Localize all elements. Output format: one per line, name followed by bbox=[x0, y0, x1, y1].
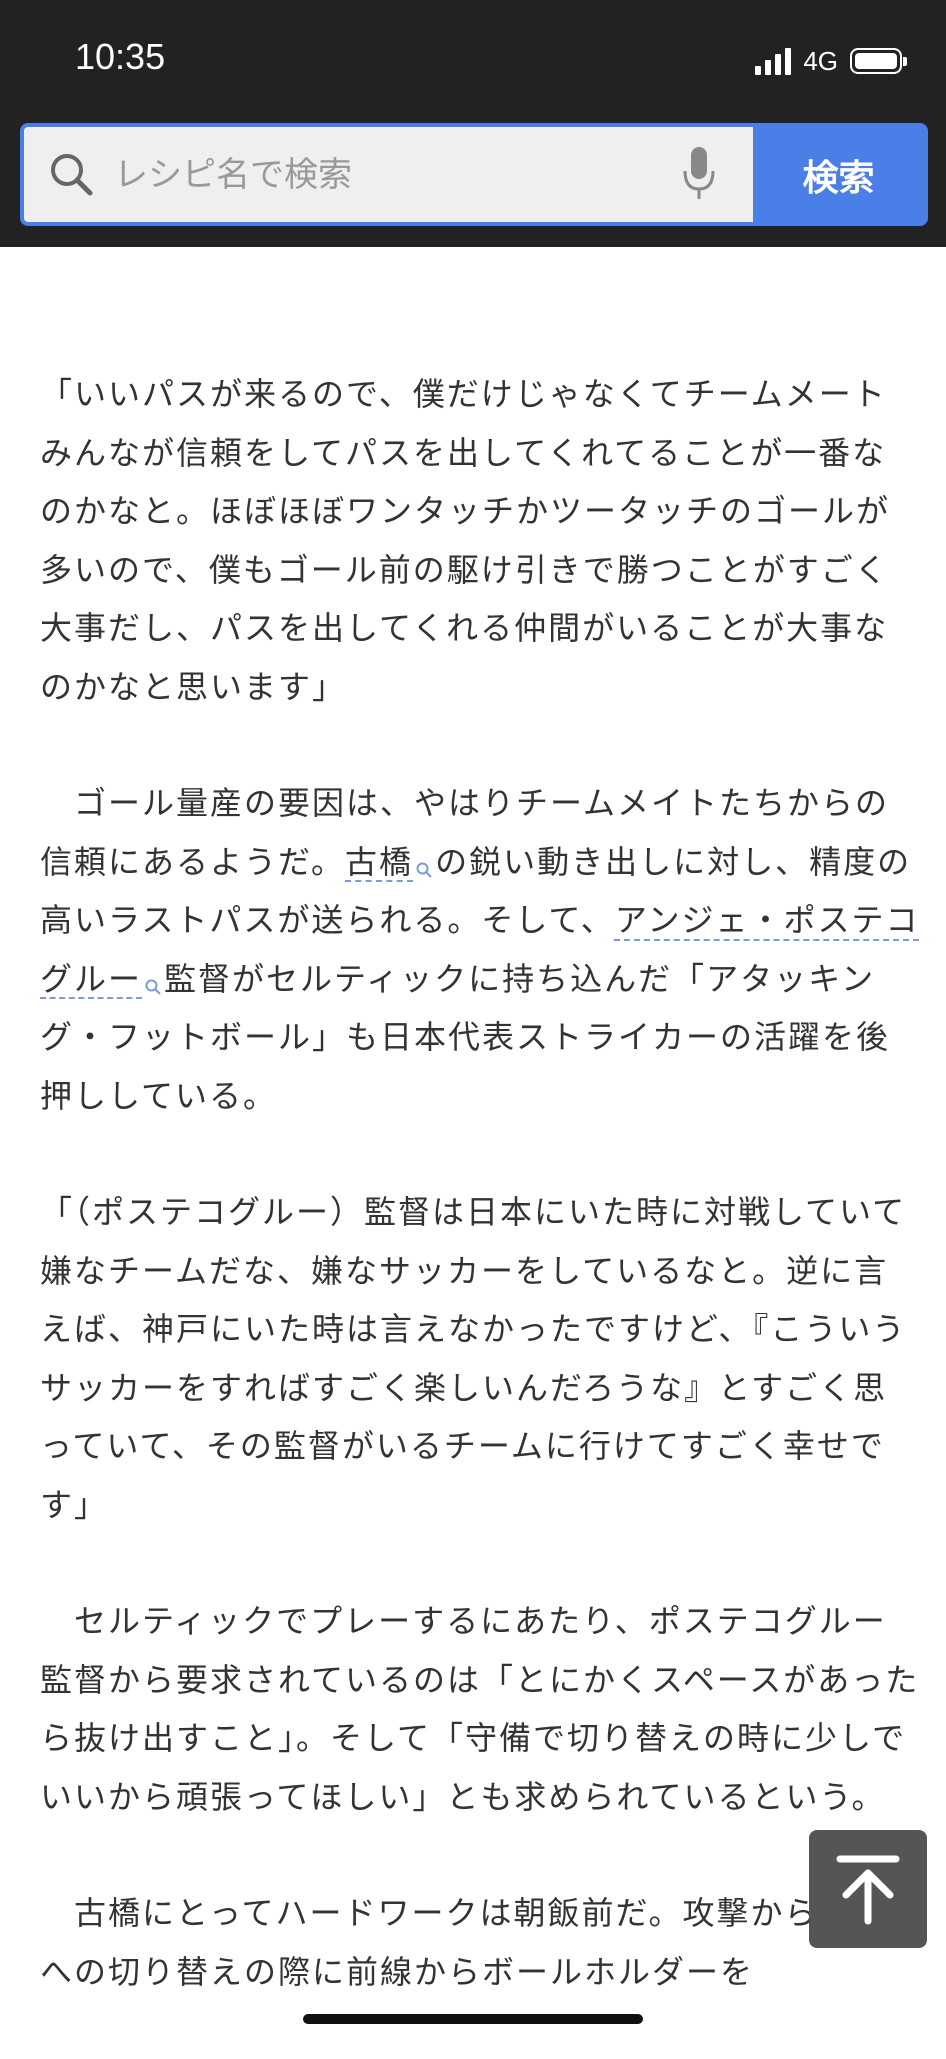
home-indicator[interactable] bbox=[303, 2014, 643, 2024]
article-paragraph: 古橋にとってハードワークは朝飯前だ。攻撃から守備への切り替えの際に前線からボール… bbox=[40, 1894, 887, 1991]
magnifier-link-icon[interactable] bbox=[144, 978, 162, 996]
network-type: 4G bbox=[803, 45, 838, 76]
microphone-icon[interactable] bbox=[681, 145, 717, 203]
search-bar: 検索 bbox=[20, 123, 928, 226]
search-input[interactable] bbox=[112, 153, 656, 196]
scroll-to-top-button[interactable] bbox=[809, 1830, 927, 1948]
article-paragraph: 「いいパスが来るので、僕だけじゃなくてチームメートみんなが信頼をしてパスを出して… bbox=[40, 375, 891, 706]
article-paragraph: 「（ポステコグルー）監督は日本にいた時に対戦していて嫌なチームだな、嫌なサッカー… bbox=[40, 1193, 907, 1524]
app-header: 10:35 4G 検索 bbox=[0, 0, 946, 247]
article-paragraph: ゴール量産の要因は、やはりチームメイトたちからの信頼にあるようだ。古橋 の鋭い動き… bbox=[40, 774, 920, 1125]
keyword-link-furuhashi[interactable]: 古橋 bbox=[345, 843, 413, 881]
status-time: 10:35 bbox=[75, 36, 166, 77]
article-body: 「いいパスが来るので、僕だけじゃなくてチームメートみんなが信頼をしてパスを出して… bbox=[40, 365, 920, 2059]
paragraph-text: 監督がセルティックに持ち込んだ「アタッキング・フットボール」も日本代表ストライカ… bbox=[40, 959, 891, 1115]
search-icon bbox=[51, 153, 93, 195]
search-button[interactable]: 検索 bbox=[753, 127, 924, 222]
battery-icon bbox=[850, 48, 907, 74]
search-field bbox=[24, 127, 753, 222]
magnifier-link-icon[interactable] bbox=[415, 861, 433, 879]
status-indicators: 4G bbox=[755, 44, 907, 78]
article-paragraph: セルティックでプレーするにあたり、ポステコグルー監督から要求されているのは「とに… bbox=[40, 1602, 920, 1816]
arrow-up-icon bbox=[836, 1855, 900, 1925]
signal-icon bbox=[755, 47, 792, 75]
